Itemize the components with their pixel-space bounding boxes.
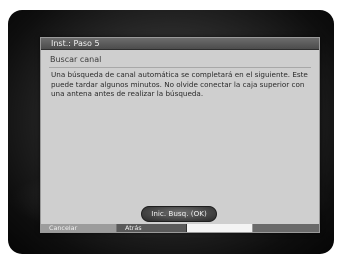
install-step-dialog: Inst.: Paso 5 Buscar canal Una búsqueda … <box>40 37 320 233</box>
color-key-bar: Cancelar Atrás <box>41 224 319 232</box>
dialog-title-bar: Inst.: Paso 5 <box>41 38 319 50</box>
start-search-button[interactable]: Inic. Busq. (OK) <box>141 206 217 222</box>
dialog-title: Inst.: Paso 5 <box>51 39 100 48</box>
cancel-key-button[interactable]: Cancelar <box>41 224 117 232</box>
back-key-button[interactable]: Atrás <box>117 224 187 232</box>
blue-key-button[interactable] <box>253 224 319 232</box>
dialog-subtitle: Buscar canal <box>50 55 102 64</box>
tv-screen: Inst.: Paso 5 Buscar canal Una búsqueda … <box>8 10 334 254</box>
subtitle-divider <box>49 67 311 68</box>
yellow-key-button[interactable] <box>187 224 253 232</box>
dialog-message: Una búsqueda de canal automática se comp… <box>51 70 308 99</box>
